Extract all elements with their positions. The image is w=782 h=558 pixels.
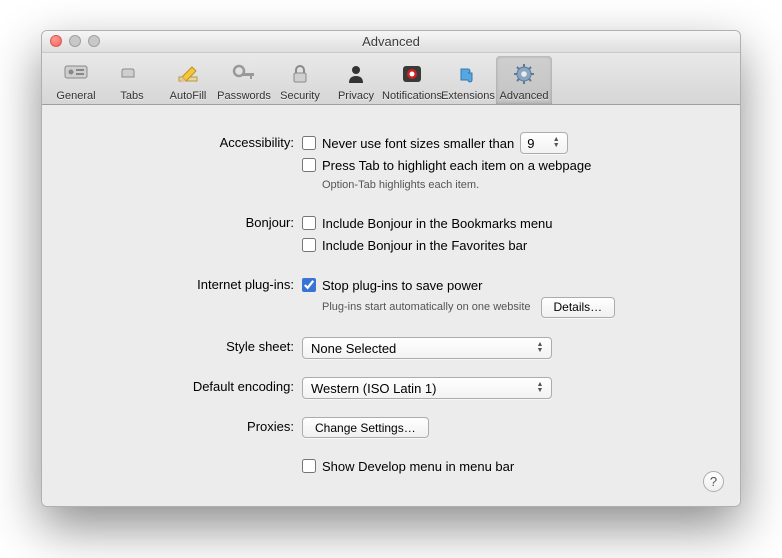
section-label: Default encoding: xyxy=(72,377,302,394)
tab-icon xyxy=(116,60,148,88)
section-label: Accessibility: xyxy=(72,133,302,150)
accessibility-helper: Option-Tab highlights each item. xyxy=(322,177,710,193)
switches-icon xyxy=(60,60,92,88)
tab-label: Security xyxy=(280,90,320,102)
details-button[interactable]: Details… xyxy=(541,297,616,318)
stop-plugins-label: Stop plug-ins to save power xyxy=(322,278,482,293)
minimize-icon[interactable] xyxy=(69,35,81,47)
stop-plugins-checkbox[interactable] xyxy=(302,278,316,292)
chevron-updown-icon: ▲▼ xyxy=(533,338,547,358)
tab-label: Notifications xyxy=(382,90,442,102)
stylesheet-select[interactable]: None Selected ▲▼ xyxy=(302,337,552,359)
tab-label: General xyxy=(56,90,95,102)
change-settings-button[interactable]: Change Settings… xyxy=(302,417,429,438)
section-label: Internet plug-ins: xyxy=(72,275,302,292)
section-label: Style sheet: xyxy=(72,337,302,354)
font-size-checkbox[interactable] xyxy=(302,136,316,150)
press-tab-label: Press Tab to highlight each item on a we… xyxy=(322,158,591,173)
chevron-updown-icon: ▲▼ xyxy=(549,133,563,153)
toolbar: General Tabs AutoFill Passwords Security xyxy=(42,53,740,105)
zoom-icon[interactable] xyxy=(88,35,100,47)
pencil-icon xyxy=(172,60,204,88)
section-label: Bonjour: xyxy=(72,213,302,230)
privacy-icon xyxy=(340,60,372,88)
preferences-window: Advanced General Tabs AutoFill Passwords xyxy=(41,30,741,507)
tab-label: Extensions xyxy=(441,90,495,102)
tab-general[interactable]: General xyxy=(48,56,104,104)
puzzle-icon xyxy=(452,60,484,88)
accessibility-section: Accessibility: Never use font sizes smal… xyxy=(72,133,710,195)
bonjour-bookmarks-label: Include Bonjour in the Bookmarks menu xyxy=(322,216,553,231)
tab-label: Advanced xyxy=(500,90,549,102)
font-size-label: Never use font sizes smaller than xyxy=(322,136,514,151)
window-title: Advanced xyxy=(42,34,740,49)
tab-security[interactable]: Security xyxy=(272,56,328,104)
key-icon xyxy=(228,60,260,88)
plugins-section: Internet plug-ins: Stop plug-ins to save… xyxy=(72,275,710,319)
stylesheet-section: Style sheet: None Selected ▲▼ xyxy=(72,337,710,359)
plugins-helper: Plug-ins start automatically on one webs… xyxy=(322,301,531,313)
tab-passwords[interactable]: Passwords xyxy=(216,56,272,104)
font-size-stepper[interactable]: 9 ▲▼ xyxy=(520,132,568,154)
section-label: Proxies: xyxy=(72,417,302,434)
close-icon[interactable] xyxy=(50,35,62,47)
notification-icon xyxy=(396,60,428,88)
encoding-select[interactable]: Western (ISO Latin 1) ▲▼ xyxy=(302,377,552,399)
content: Accessibility: Never use font sizes smal… xyxy=(42,105,740,506)
bonjour-favorites-checkbox[interactable] xyxy=(302,238,316,252)
develop-menu-checkbox[interactable] xyxy=(302,459,316,473)
tab-privacy[interactable]: Privacy xyxy=(328,56,384,104)
tab-advanced[interactable]: Advanced xyxy=(496,56,552,104)
traffic-lights xyxy=(50,35,100,47)
tab-autofill[interactable]: AutoFill xyxy=(160,56,216,104)
tab-notifications[interactable]: Notifications xyxy=(384,56,440,104)
tab-label: Privacy xyxy=(338,90,374,102)
chevron-updown-icon: ▲▼ xyxy=(533,378,547,398)
tab-extensions[interactable]: Extensions xyxy=(440,56,496,104)
lock-icon xyxy=(284,60,316,88)
gear-icon xyxy=(508,60,540,88)
bonjour-favorites-label: Include Bonjour in the Favorites bar xyxy=(322,238,527,253)
tab-label: Passwords xyxy=(217,90,271,102)
help-button[interactable]: ? xyxy=(703,471,724,492)
encoding-section: Default encoding: Western (ISO Latin 1) … xyxy=(72,377,710,399)
bonjour-section: Bonjour: Include Bonjour in the Bookmark… xyxy=(72,213,710,257)
titlebar[interactable]: Advanced xyxy=(42,31,740,53)
tab-label: AutoFill xyxy=(170,90,207,102)
tab-label: Tabs xyxy=(120,90,143,102)
develop-menu-label: Show Develop menu in menu bar xyxy=(322,459,514,474)
bonjour-bookmarks-checkbox[interactable] xyxy=(302,216,316,230)
tab-tabs[interactable]: Tabs xyxy=(104,56,160,104)
press-tab-checkbox[interactable] xyxy=(302,158,316,172)
proxies-section: Proxies: Change Settings… xyxy=(72,417,710,438)
